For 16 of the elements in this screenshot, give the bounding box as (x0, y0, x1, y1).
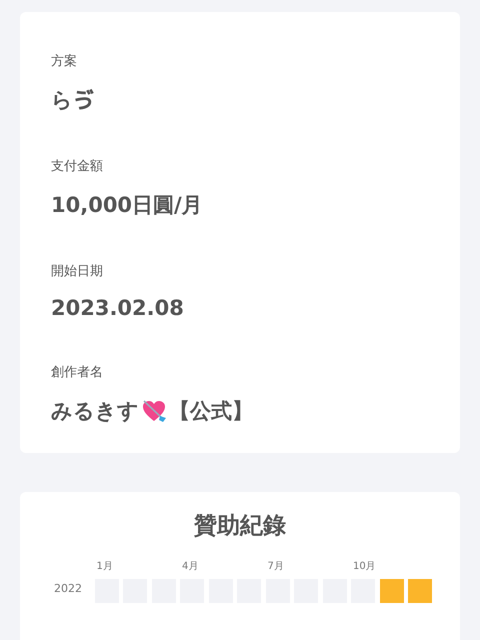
month-label: 10月 (353, 560, 376, 573)
field-label: 支付金額 (51, 158, 103, 175)
month-label: 4月 (182, 560, 198, 573)
heart-arrow-icon (141, 398, 167, 424)
field-value: 10,000日圓/月 (51, 192, 203, 219)
year-label: 2022 (54, 582, 82, 594)
field-label: 開始日期 (51, 263, 103, 280)
month-label: 7月 (268, 560, 284, 573)
field-label: 創作者名 (51, 364, 103, 381)
field-value: みるきす (51, 398, 139, 425)
field-value: らゔ (51, 87, 95, 114)
month-label: 1月 (96, 560, 113, 573)
field-value: 2023.02.08 (51, 296, 184, 320)
field-label: 方案 (51, 53, 77, 70)
section-title: 贊助紀錄 (194, 512, 286, 541)
official-tag: 【公式】 (169, 397, 253, 425)
